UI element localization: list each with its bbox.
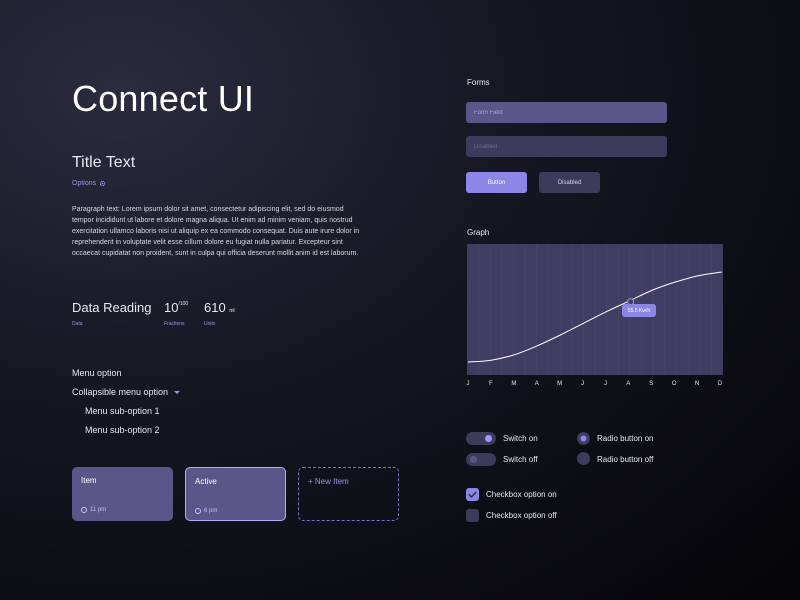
graph-heading: Graph — [467, 228, 490, 237]
card-time-label: 11 pm — [90, 507, 107, 513]
new-item-label: + New Item — [308, 477, 349, 486]
x-tick-label: S — [649, 381, 654, 387]
switch-knob — [485, 435, 492, 442]
fraction-sup: /100 — [178, 301, 189, 307]
graph-tooltip: 55.5 Kw/h — [622, 304, 656, 317]
card-time: 11 pm — [81, 507, 106, 513]
collapsible-menu-label: Collapsible menu option — [72, 387, 169, 397]
x-tick-label: O — [671, 381, 677, 387]
units-value: 610 ml — [204, 300, 235, 315]
x-tick-label: A — [626, 381, 631, 387]
check-icon — [468, 491, 477, 498]
radio-on[interactable] — [577, 432, 590, 445]
switch-knob — [470, 456, 477, 463]
units-suffix: ml — [229, 308, 235, 314]
card-active[interactable]: Active 6 pm — [185, 467, 286, 521]
switch-off-label: Switch off — [503, 455, 538, 464]
x-tick-label: N — [694, 381, 700, 387]
data-caption: Data — [72, 321, 83, 327]
form-field-input[interactable] — [466, 102, 667, 123]
clock-icon — [195, 508, 201, 514]
title-text: Title Text — [72, 154, 136, 171]
menu-sub-option-2[interactable]: Menu sub-option 2 — [85, 425, 160, 435]
collapsible-menu-option[interactable]: Collapsible menu option — [72, 387, 181, 397]
primary-button[interactable]: Button — [466, 172, 527, 193]
units-main: 610 — [204, 300, 226, 315]
page-title: Connect UI — [72, 78, 255, 119]
radio-off-label: Radio button off — [597, 455, 654, 464]
options-link[interactable]: Options — [72, 180, 106, 187]
switch-on-toggle[interactable] — [466, 432, 496, 445]
x-tick-label: D — [717, 381, 723, 387]
card-title: Active — [195, 477, 217, 486]
disabled-input — [466, 136, 667, 157]
x-tick-label: F — [489, 381, 493, 387]
switch-on-label: Switch on — [503, 434, 538, 443]
checkbox-off[interactable] — [466, 509, 479, 522]
card-item[interactable]: Item 11 pm — [72, 467, 173, 521]
fraction-main: 10 — [164, 300, 179, 315]
forms-heading: Forms — [467, 78, 490, 87]
gear-icon — [99, 180, 106, 187]
checkbox-on-label: Checkbox option on — [486, 490, 557, 499]
x-tick-label: A — [534, 381, 539, 387]
chevron-down-icon — [174, 390, 181, 394]
units-caption: Units — [204, 321, 216, 327]
menu-option[interactable]: Menu option — [72, 368, 122, 378]
x-tick-label: M — [557, 381, 563, 387]
card-title: Item — [81, 476, 97, 485]
data-reading-label: Data Reading — [72, 300, 152, 315]
x-tick-label: J — [466, 381, 470, 387]
disabled-button: Disabled — [539, 172, 600, 193]
radio-on-label: Radio button on — [597, 434, 654, 443]
x-tick-label: J — [603, 381, 607, 387]
card-time: 6 pm — [195, 508, 217, 514]
radio-off[interactable] — [577, 452, 590, 465]
menu-sub-option-1[interactable]: Menu sub-option 1 — [85, 406, 160, 416]
clock-icon — [81, 507, 87, 513]
paragraph-text: Paragraph text: Lorem ipsum dolor sit am… — [72, 206, 360, 257]
new-item-card[interactable]: + New Item — [298, 467, 399, 521]
options-label: Options — [72, 180, 97, 187]
x-tick-label: J — [581, 381, 585, 387]
fraction-value: 10/100 — [164, 300, 188, 315]
x-tick-label: M — [511, 381, 517, 387]
card-time-label: 6 pm — [204, 508, 218, 514]
switch-off-toggle[interactable] — [466, 453, 496, 466]
checkbox-on[interactable] — [466, 488, 479, 501]
fractions-caption: Fractions — [164, 321, 185, 327]
checkbox-off-label: Checkbox option off — [486, 511, 557, 520]
line-chart — [467, 244, 723, 375]
